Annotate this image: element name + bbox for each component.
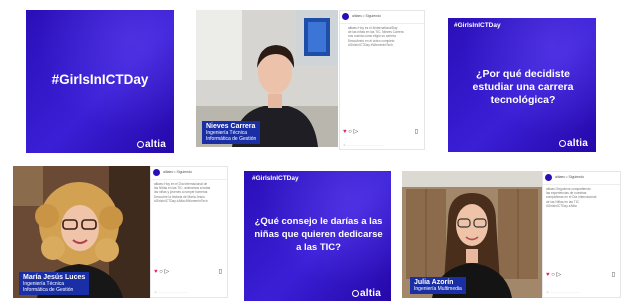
heart-icon[interactable]: ♥ xyxy=(343,129,347,135)
comment-box[interactable]: ☺ ······························ xyxy=(546,290,580,294)
comment-icon[interactable]: ○ xyxy=(551,272,555,278)
instagram-post: altiaeu • Siguiendo altiaeu Hoy es el #I… xyxy=(339,10,425,150)
post-actions: ♥ ○ ▷ xyxy=(343,128,358,135)
name-caption: María Jesús Luces Ingeniería Técnica Inf… xyxy=(19,272,90,295)
bookmark-icon[interactable]: ▯ xyxy=(219,268,222,275)
instagram-post: altiaeu • Siguiendo altiaeu Seguimos com… xyxy=(542,171,621,298)
video-julia-azorin[interactable]: Julia Azorín Ingeniería Multimedia xyxy=(402,171,542,298)
hashtag-label: #GirlsInICTDay xyxy=(454,22,501,29)
altia-logo: altia xyxy=(558,138,588,149)
altia-logo: altia xyxy=(351,288,381,299)
post-caption: altiaeu Hoy en el Día Internacional de l… xyxy=(154,182,211,203)
card-question-advice: #GirlsInICTDay ¿Qué consejo le darías a … xyxy=(244,171,391,301)
comment-icon[interactable]: ○ xyxy=(348,129,352,135)
card-question-career: #GirlsInICTDay ¿Por qué decidiste estudi… xyxy=(448,18,596,152)
share-icon[interactable]: ▷ xyxy=(557,272,562,278)
video-nieves-carrera[interactable]: Nieves Carrera Ingeniería Técnica Inform… xyxy=(196,10,338,147)
post-header: altiaeu • Siguiendo xyxy=(543,172,620,185)
card-girls-in-ict-day: #GirlsInICTDay altia xyxy=(26,10,174,153)
bookmark-icon[interactable]: ▯ xyxy=(415,128,418,135)
post-actions: ♥ ○ ▷ xyxy=(154,268,169,275)
card2-headline: ¿Por qué decidiste estudiar una carrera … xyxy=(472,68,574,106)
share-icon[interactable]: ▷ xyxy=(354,129,359,135)
avatar xyxy=(342,13,349,20)
post-actions: ♥ ○ ▷ xyxy=(546,271,561,278)
heart-icon[interactable]: ♥ xyxy=(546,272,550,278)
video-maria-jesus-luces[interactable]: María Jesús Luces Ingeniería Técnica Inf… xyxy=(13,166,150,298)
post-caption: altiaeu Hoy es el #InternationalDay de l… xyxy=(348,26,404,47)
comment-icon[interactable]: ○ xyxy=(159,269,163,275)
avatar xyxy=(545,174,552,181)
post-header: altiaeu • Siguiendo xyxy=(340,11,424,24)
name-caption: Julia Azorín Ingeniería Multimedia xyxy=(410,277,466,294)
post-header: altiaeu • Siguiendo xyxy=(151,167,227,180)
bookmark-icon[interactable]: ▯ xyxy=(612,271,615,278)
share-icon[interactable]: ▷ xyxy=(165,269,170,275)
heart-icon[interactable]: ♥ xyxy=(154,269,158,275)
hashtag-label: #GirlsInICTDay xyxy=(252,175,299,182)
comment-box[interactable]: ☺ ······························ xyxy=(154,290,188,294)
name-caption: Nieves Carrera Ingeniería Técnica Inform… xyxy=(202,121,261,144)
post-caption: altiaeu Seguimos compartiendo las experi… xyxy=(546,187,597,208)
card1-headline: #GirlsInICTDay xyxy=(51,72,149,87)
avatar xyxy=(153,169,160,176)
comment-box[interactable]: ☺ ····································· xyxy=(343,143,384,147)
instagram-post: altiaeu • Siguiendo altiaeu Hoy en el Dí… xyxy=(150,166,228,298)
altia-logo: altia xyxy=(136,139,166,150)
card3-headline: ¿Qué consejo le darías a las niñas que q… xyxy=(254,216,383,253)
